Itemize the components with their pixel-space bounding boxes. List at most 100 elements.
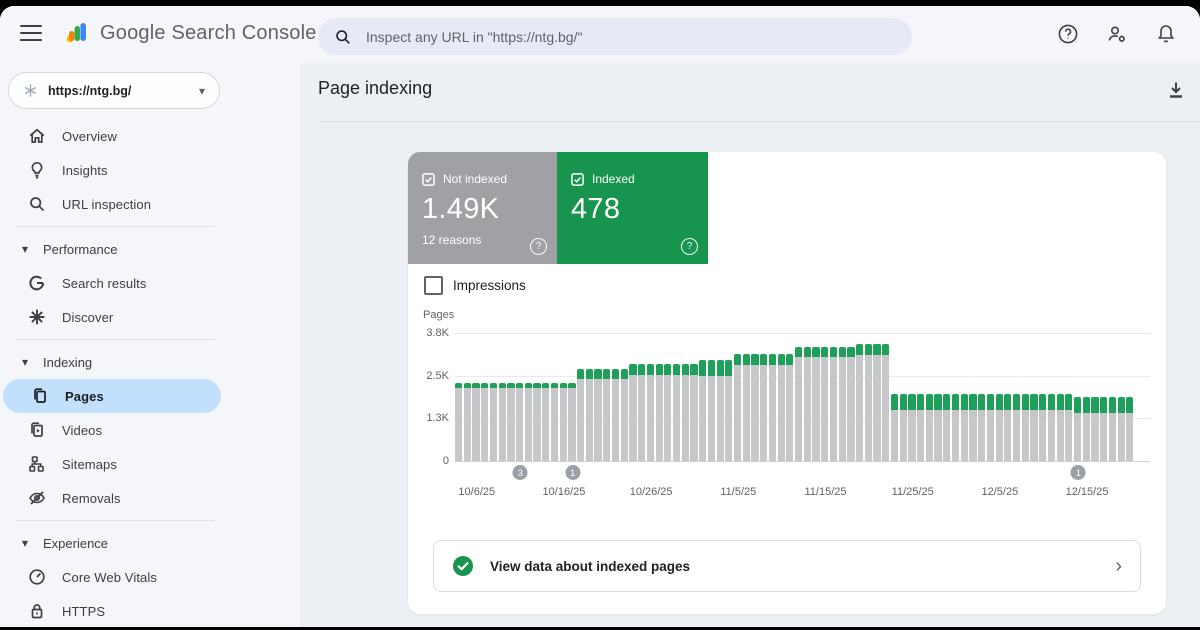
- bar-indexed: [969, 394, 976, 410]
- sidebar-item-overview[interactable]: Overview: [0, 119, 220, 153]
- sidebar-item-search-results[interactable]: Search results: [0, 266, 220, 300]
- chevron-down-icon: ▾: [199, 85, 205, 97]
- x-tick-label: 11/5/25: [720, 486, 756, 498]
- sidebar-divider: [15, 339, 215, 340]
- sidebar-section-experience[interactable]: ▾ Experience: [0, 526, 300, 560]
- bar-not-indexed: [934, 410, 941, 461]
- url-inspect-searchbar[interactable]: [318, 18, 912, 55]
- bar-indexed: [647, 364, 654, 375]
- export-download-icon[interactable]: [1165, 79, 1187, 101]
- sidebar-item-removals[interactable]: Removals: [0, 481, 220, 515]
- indexed-card[interactable]: Indexed 478 ?: [557, 152, 708, 264]
- bar-indexed: [943, 394, 950, 410]
- x-tick-label: 11/15/25: [804, 486, 846, 498]
- bar-not-indexed: [551, 388, 558, 461]
- help-icon[interactable]: ?: [681, 238, 698, 255]
- bar-indexed: [699, 360, 706, 376]
- sidebar-item-sitemaps[interactable]: Sitemaps: [0, 447, 220, 481]
- bar-not-indexed: [1039, 410, 1046, 461]
- discover-sparkle-icon: [27, 307, 47, 327]
- bar-indexed: [560, 383, 567, 388]
- bar-not-indexed: [743, 365, 750, 461]
- bar-indexed: [760, 354, 767, 365]
- chart-annotation-marker[interactable]: 3: [513, 465, 528, 480]
- bar-not-indexed: [525, 388, 532, 461]
- sidebar-section-indexing[interactable]: ▾ Indexing: [0, 345, 300, 379]
- sidebar-item-url-inspection[interactable]: URL inspection: [0, 187, 220, 221]
- bar-indexed: [551, 383, 558, 388]
- bar-not-indexed: [865, 355, 872, 461]
- checkbox-checked-icon[interactable]: [571, 173, 584, 186]
- bar-indexed: [1004, 394, 1011, 410]
- user-settings-icon[interactable]: [1105, 22, 1129, 46]
- indexed-value: 478: [571, 193, 694, 226]
- bar-indexed: [612, 369, 619, 379]
- bar-indexed: [996, 394, 1003, 410]
- bar-indexed: [751, 354, 758, 365]
- bar-not-indexed: [847, 357, 854, 461]
- checkbox-checked-icon[interactable]: [422, 173, 435, 186]
- bar-not-indexed: [917, 410, 924, 461]
- bar-indexed: [629, 364, 636, 375]
- sidebar: https://ntg.bg/ ▾ Overview: [0, 63, 300, 627]
- bar-not-indexed: [1004, 410, 1011, 461]
- bar-not-indexed: [542, 388, 549, 461]
- view-indexed-pages-panel[interactable]: View data about indexed pages ›: [433, 540, 1141, 592]
- bar-not-indexed: [1048, 410, 1055, 461]
- bar-indexed: [1039, 394, 1046, 410]
- bar-indexed: [656, 364, 663, 375]
- bar-indexed: [821, 347, 828, 357]
- app-window: Google Search Console: [0, 6, 1200, 627]
- x-tick-label: 11/25/25: [892, 486, 934, 498]
- bar-not-indexed: [926, 410, 933, 461]
- lock-icon: [27, 601, 47, 621]
- sidebar-item-pages[interactable]: Pages: [3, 379, 221, 413]
- help-icon[interactable]: [1056, 22, 1080, 46]
- bar-indexed: [621, 369, 628, 379]
- bar-indexed: [839, 347, 846, 357]
- header-divider: [318, 121, 1200, 122]
- sidebar-item-core-web-vitals[interactable]: Core Web Vitals: [0, 560, 220, 594]
- bar-not-indexed: [717, 376, 724, 461]
- bar-not-indexed: [682, 375, 689, 461]
- sidebar-divider: [15, 226, 215, 227]
- bar-not-indexed: [647, 375, 654, 461]
- bar-indexed: [961, 394, 968, 410]
- help-icon[interactable]: ?: [530, 238, 547, 255]
- sidebar-item-insights[interactable]: Insights: [0, 153, 220, 187]
- bar-not-indexed: [1013, 410, 1020, 461]
- bar-not-indexed: [987, 410, 994, 461]
- bar-indexed: [725, 360, 732, 376]
- chart-annotation-marker[interactable]: 1: [1071, 465, 1086, 480]
- bar-not-indexed: [1109, 413, 1116, 461]
- bar-indexed: [603, 369, 610, 379]
- bar-indexed: [769, 354, 776, 365]
- sidebar-divider: [15, 520, 215, 521]
- impressions-toggle[interactable]: Impressions: [424, 276, 526, 295]
- bar-not-indexed: [1100, 413, 1107, 461]
- bar-not-indexed: [978, 410, 985, 461]
- bar-not-indexed: [490, 388, 497, 461]
- checkbox-unchecked-icon[interactable]: [424, 276, 443, 295]
- notifications-bell-icon[interactable]: [1154, 22, 1178, 46]
- bar-not-indexed: [882, 355, 889, 461]
- bar-not-indexed: [769, 365, 776, 461]
- not-indexed-card[interactable]: Not indexed 1.49K 12 reasons ?: [408, 152, 557, 264]
- eye-off-icon: [27, 488, 47, 508]
- bar-not-indexed: [795, 357, 802, 461]
- property-selector[interactable]: https://ntg.bg/ ▾: [8, 72, 220, 109]
- bar-not-indexed: [900, 410, 907, 461]
- lightbulb-icon: [27, 160, 47, 180]
- chart-annotation-marker[interactable]: 1: [565, 465, 580, 480]
- menu-icon[interactable]: [20, 25, 42, 43]
- app-logo[interactable]: Google Search Console: [64, 20, 317, 46]
- bar-not-indexed: [1091, 413, 1098, 461]
- sidebar-item-videos[interactable]: Videos: [0, 413, 220, 447]
- sidebar-section-performance[interactable]: ▾ Performance: [0, 232, 300, 266]
- bar-not-indexed: [673, 375, 680, 461]
- sidebar-item-discover[interactable]: Discover: [0, 300, 220, 334]
- search-input[interactable]: [364, 28, 896, 46]
- bar-not-indexed: [1065, 410, 1072, 461]
- bar-indexed: [734, 354, 741, 365]
- sidebar-item-https[interactable]: HTTPS: [0, 594, 220, 627]
